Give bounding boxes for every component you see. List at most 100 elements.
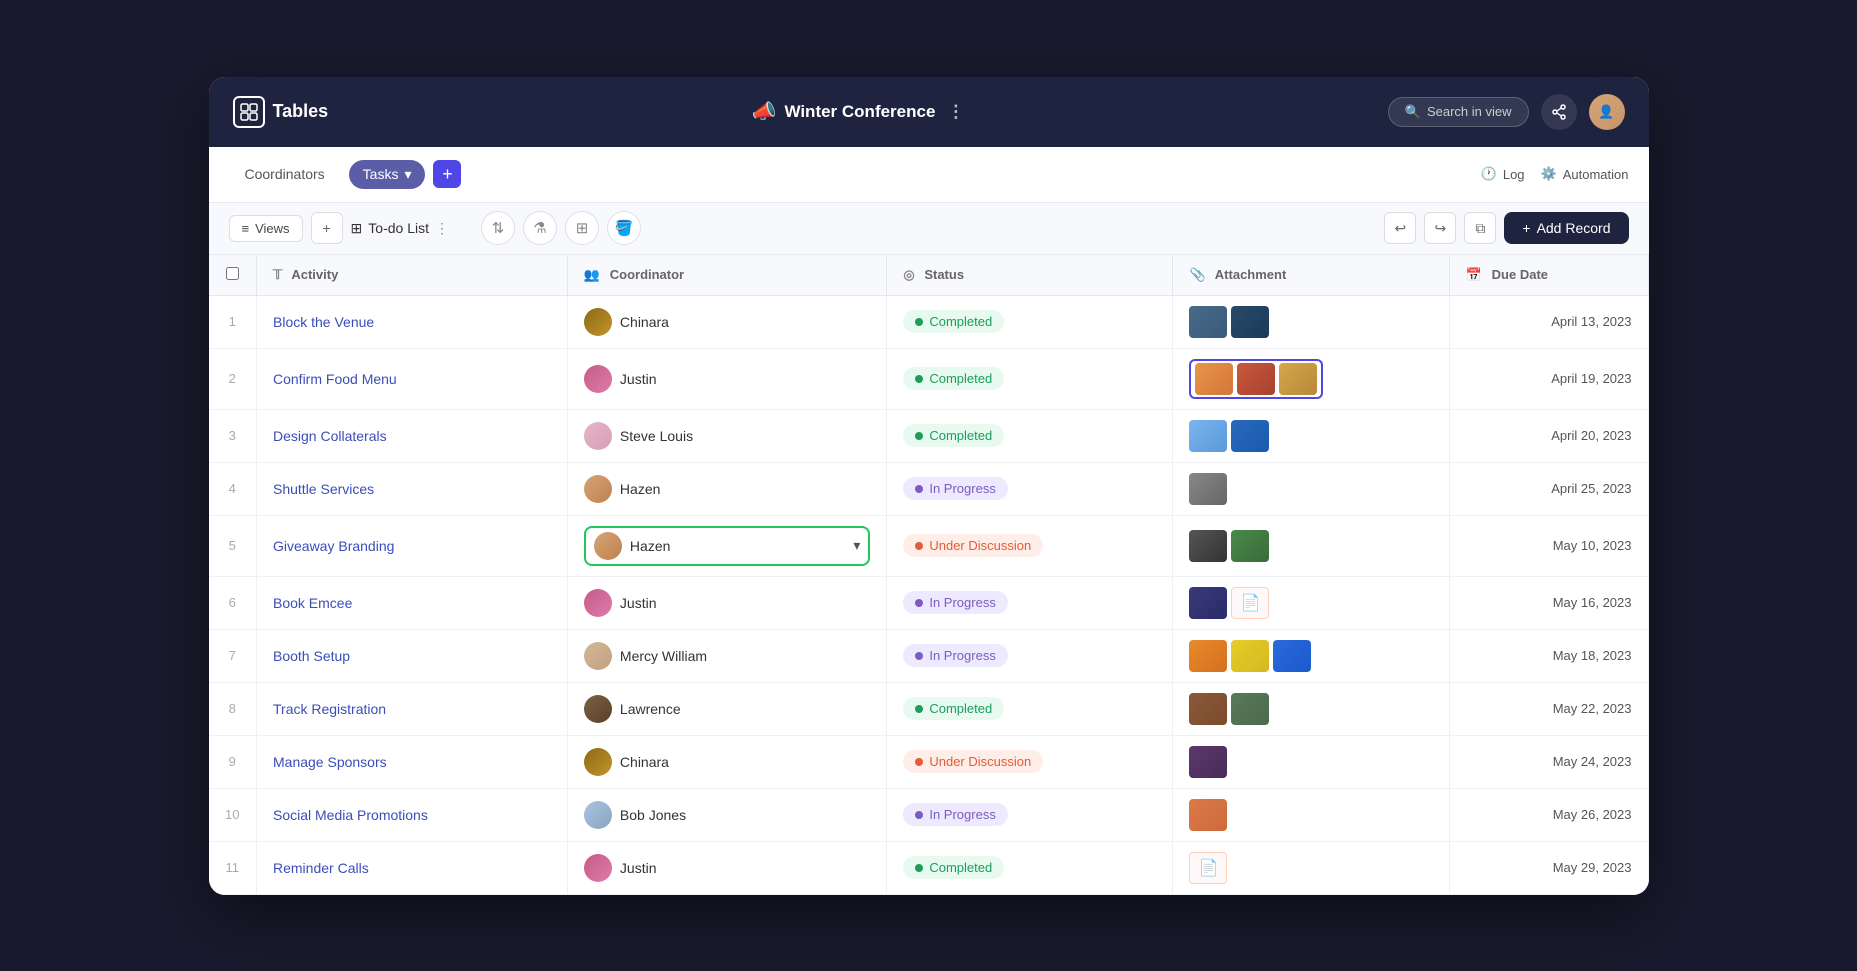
attachment-thumbnail[interactable] [1189,420,1227,452]
activity-cell[interactable]: Shuttle Services [257,462,568,515]
app-logo[interactable]: Tables [233,96,329,128]
row-number: 5 [209,515,257,576]
attachment-cell[interactable] [1173,682,1449,735]
attachment-thumbnail[interactable] [1189,587,1227,619]
table-row: 8Track RegistrationLawrenceCompletedMay … [209,682,1649,735]
header: Tables 📣 Winter Conference ⋮ 🔍 Search in… [209,77,1649,147]
user-avatar[interactable]: 👤 [1589,94,1625,130]
log-button[interactable]: 🕐 Log [1481,166,1525,182]
avatar [584,589,612,617]
tab-coordinators[interactable]: Coordinators [229,160,341,188]
search-button[interactable]: 🔍 Search in view [1388,97,1529,127]
select-all-checkbox[interactable] [226,267,239,280]
attachment-thumbnail[interactable] [1273,640,1311,672]
share-button[interactable] [1541,94,1577,130]
status-badge: Completed [903,310,1004,333]
attachment-thumbnail[interactable] [1231,420,1269,452]
attachment-cell[interactable]: 📄 [1173,841,1449,894]
attachment-cell[interactable] [1173,409,1449,462]
coordinator-cell: Mercy William [567,629,886,682]
coordinator-col-icon: 👥 [584,267,600,282]
status-cell: In Progress [887,462,1173,515]
attachment-cell[interactable] [1173,515,1449,576]
attachment-thumbnail[interactable] [1189,306,1227,338]
attachment-thumbnail[interactable] [1195,363,1233,395]
add-record-button[interactable]: + Add Record [1504,212,1628,244]
attachment-cell[interactable] [1173,295,1449,348]
activity-cell[interactable]: Confirm Food Menu [257,348,568,409]
tab-tasks[interactable]: Tasks ▾ [349,160,426,189]
attachment-col-icon: 📎 [1189,267,1205,282]
activity-cell[interactable]: Block the Venue [257,295,568,348]
window-title: Winter Conference [784,102,935,122]
attachment-thumbnail[interactable] [1231,640,1269,672]
attachment-thumbnail[interactable] [1189,530,1227,562]
attachment-cell[interactable] [1173,735,1449,788]
status-badge: In Progress [903,477,1007,500]
status-badge: Under Discussion [903,534,1043,557]
table-container: 𝕋 Activity 👥 Coordinator ◎ Status 📎 Atta… [209,255,1649,895]
megaphone-icon: 📣 [752,99,777,124]
status-cell: In Progress [887,629,1173,682]
tabs-right: 🕐 Log ⚙️ Automation [1481,166,1629,182]
activity-cell[interactable]: Manage Sponsors [257,735,568,788]
attachment-cell[interactable] [1173,462,1449,515]
activity-cell[interactable]: Giveaway Branding [257,515,568,576]
activity-cell[interactable]: Design Collaterals [257,409,568,462]
attachment-cell[interactable] [1173,629,1449,682]
activity-cell[interactable]: Booth Setup [257,629,568,682]
group-button[interactable]: ⊞ [565,211,599,245]
attachment-thumbnail[interactable] [1189,473,1227,505]
header-center: 📣 Winter Conference ⋮ [344,99,1372,124]
clock-icon: 🕐 [1481,166,1497,182]
undo-button[interactable]: ↩ [1384,212,1416,244]
app-title: Tables [273,101,329,122]
view-options-icon[interactable]: ⋮ [435,220,449,237]
add-tab-button[interactable]: + [433,160,461,188]
attachment-thumbnail[interactable] [1189,640,1227,672]
attachment-thumbnail[interactable] [1279,363,1317,395]
coordinator-cell: Justin [567,348,886,409]
activity-cell[interactable]: Reminder Calls [257,841,568,894]
coordinator-cell: Chinara [567,735,886,788]
automation-button[interactable]: ⚙️ Automation [1541,166,1629,182]
coordinator-name: Hazen [630,538,670,554]
filter-button[interactable]: ⚗ [523,211,557,245]
redo-button[interactable]: ↪ [1424,212,1456,244]
sort-button[interactable]: ⇅ [481,211,515,245]
attachment-thumbnail[interactable] [1237,363,1275,395]
title-menu-icon[interactable]: ⋮ [947,102,964,122]
attachment-cell[interactable]: 📄 [1173,576,1449,629]
activity-cell[interactable]: Social Media Promotions [257,788,568,841]
attachment-thumbnail[interactable]: 📄 [1189,852,1227,884]
coordinator-cell: Lawrence [567,682,886,735]
add-view-button[interactable]: + [311,212,343,244]
due-date-cell: May 18, 2023 [1449,629,1648,682]
attachment-thumbnail[interactable] [1189,693,1227,725]
due-date-cell: April 13, 2023 [1449,295,1648,348]
avatar [584,475,612,503]
paint-button[interactable]: 🪣 [607,211,641,245]
attachment-thumbnail[interactable] [1231,306,1269,338]
activity-cell[interactable]: Track Registration [257,682,568,735]
attachment-thumbnail[interactable] [1189,746,1227,778]
row-number: 4 [209,462,257,515]
row-number: 1 [209,295,257,348]
attachment-cell[interactable] [1173,788,1449,841]
col-activity: 𝕋 Activity [257,255,568,296]
copy-button[interactable]: ⧉ [1464,212,1496,244]
attachment-thumbnail[interactable]: 📄 [1231,587,1269,619]
attachment-thumbnail[interactable] [1189,799,1227,831]
attachment-thumbnail[interactable] [1231,530,1269,562]
attachment-cell[interactable] [1173,348,1449,409]
app-window: Tables 📣 Winter Conference ⋮ 🔍 Search in… [209,77,1649,895]
status-badge: In Progress [903,644,1007,667]
coordinator-name: Chinara [620,314,669,330]
coordinator-cell[interactable]: Hazen▾ [567,515,886,576]
status-cell: Under Discussion [887,515,1173,576]
table-row: 5Giveaway BrandingHazen▾ Under Discussion… [209,515,1649,576]
due-date-cell: April 25, 2023 [1449,462,1648,515]
attachment-thumbnail[interactable] [1231,693,1269,725]
activity-cell[interactable]: Book Emcee [257,576,568,629]
views-button[interactable]: ≡ Views [229,215,303,242]
